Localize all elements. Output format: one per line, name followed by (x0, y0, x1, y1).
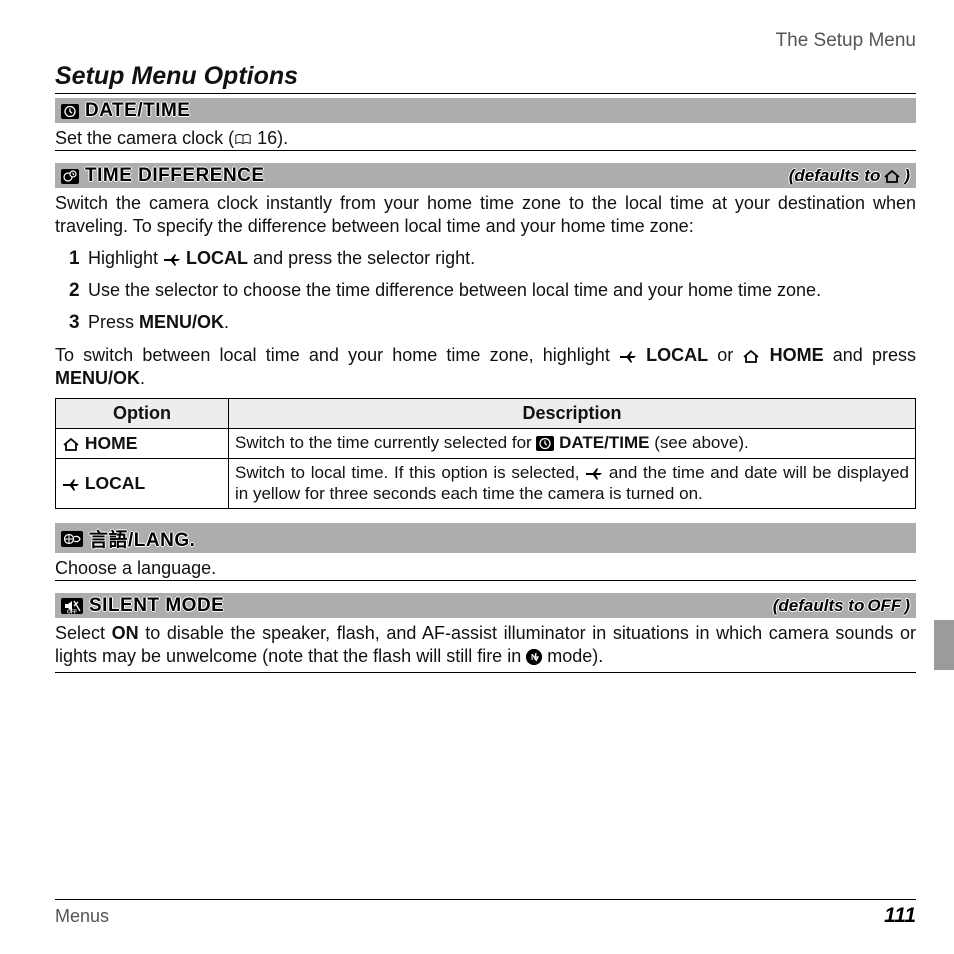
footer-section: Menus (55, 906, 109, 927)
lang-icon (61, 531, 83, 547)
plane-icon (163, 252, 181, 266)
heading-time-difference: TIME DIFFERENCE (85, 165, 265, 187)
table-row: HOME Switch to the time currently select… (56, 429, 916, 458)
body-date-time: Set the camera clock ( 16). (55, 127, 916, 151)
flash-mode-icon: N (526, 649, 542, 665)
home-icon (742, 349, 760, 364)
home-icon (883, 169, 901, 184)
body-silent: Select ON to disable the speaker, flash,… (55, 622, 916, 673)
th-description: Description (229, 399, 916, 429)
section-title: Setup Menu Options (55, 62, 916, 94)
body-time-difference: Switch the camera clock instantly from y… (55, 192, 916, 238)
heading-bar-date-time: DATE/TIME (55, 98, 916, 123)
page-footer: Menus 111 (55, 899, 916, 928)
switch-instructions: To switch between local time and your ho… (55, 344, 916, 390)
heading-date-time: DATE/TIME (85, 100, 190, 122)
step-2: 2 Use the selector to choose the time di… (69, 280, 916, 302)
clock-icon (61, 104, 79, 119)
plane-icon (62, 477, 80, 491)
silent-icon: OFF (61, 598, 83, 614)
table-row: LOCAL Switch to local time. If this opti… (56, 458, 916, 509)
svg-text:OFF: OFF (67, 610, 77, 615)
plane-icon (619, 349, 637, 363)
heading-bar-lang: 言語/LANG. (55, 523, 916, 553)
book-icon (234, 132, 252, 146)
home-icon (62, 437, 80, 452)
side-tab (934, 620, 954, 670)
plane-icon (585, 466, 603, 480)
heading-bar-time-difference: TIME DIFFERENCE (defaults to ) (55, 163, 916, 188)
page-number: 111 (884, 904, 916, 928)
heading-silent: SILENT MODE (89, 595, 224, 617)
step-3: 3 Press MENU/OK. (69, 312, 916, 334)
default-time-difference: (defaults to ) (789, 166, 910, 186)
globe-clock-icon (61, 169, 79, 184)
heading-lang: 言語/LANG. (89, 525, 195, 552)
heading-bar-silent: OFF SILENT MODE (defaults to OFF) (55, 593, 916, 618)
th-option: Option (56, 399, 229, 429)
step-1: 1 Highlight LOCAL and press the selector… (69, 248, 916, 270)
options-table: Option Description HOME Switch to the ti… (55, 398, 916, 509)
clock-icon (536, 436, 554, 451)
steps-list: 1 Highlight LOCAL and press the selector… (69, 248, 916, 334)
default-silent: (defaults to OFF) (773, 596, 910, 616)
running-head: The Setup Menu (55, 30, 916, 52)
body-lang: Choose a language. (55, 557, 916, 581)
